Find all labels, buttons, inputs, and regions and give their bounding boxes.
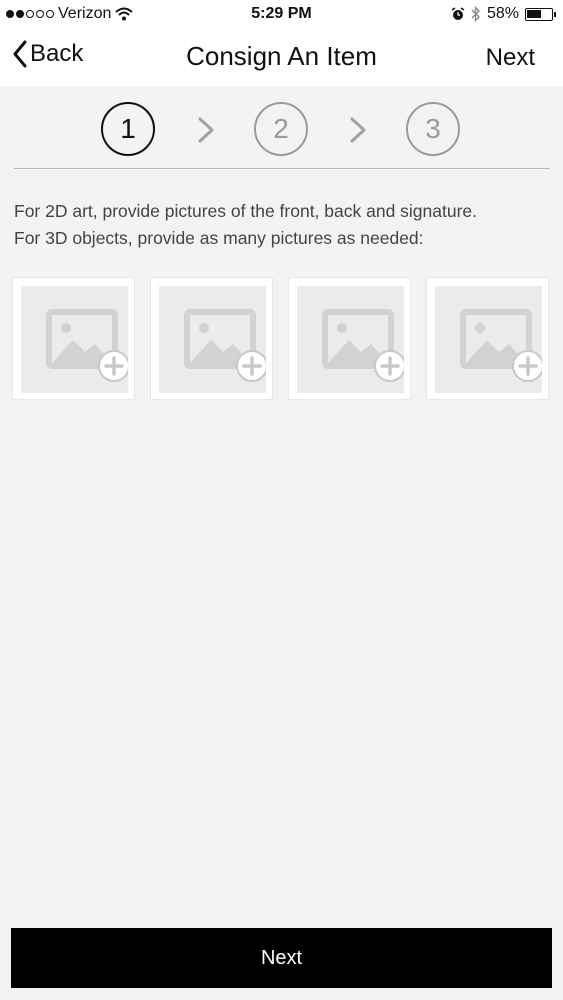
add-photo-icon bbox=[184, 309, 266, 382]
instructions-line-2: For 3D objects, provide as many pictures… bbox=[14, 228, 424, 248]
divider bbox=[14, 168, 550, 169]
battery-icon bbox=[525, 7, 556, 21]
next-button[interactable]: Next bbox=[11, 928, 552, 988]
photo-slot-4[interactable] bbox=[426, 277, 549, 400]
photo-placeholder bbox=[21, 286, 128, 393]
photo-slot-3[interactable] bbox=[288, 277, 411, 400]
step-1: 1 bbox=[101, 102, 155, 156]
chevron-right-icon bbox=[198, 117, 214, 143]
photo-placeholder bbox=[435, 286, 542, 393]
instructions-text: For 2D art, provide pictures of the fron… bbox=[14, 198, 554, 252]
photo-slot-1[interactable] bbox=[12, 277, 135, 400]
instructions-line-1: For 2D art, provide pictures of the fron… bbox=[14, 201, 478, 221]
photo-slot-2[interactable] bbox=[150, 277, 273, 400]
alarm-icon bbox=[451, 7, 465, 20]
step-2: 2 bbox=[254, 102, 308, 156]
photo-placeholder bbox=[159, 286, 266, 393]
bluetooth-icon bbox=[471, 6, 480, 22]
status-bar: Verizon 5:29 PM 58% bbox=[0, 0, 563, 30]
page-title: Consign An Item bbox=[186, 41, 377, 71]
step-indicator: 1 2 3 bbox=[0, 100, 563, 156]
battery-percent: 58% bbox=[486, 5, 519, 22]
chevron-right-icon bbox=[350, 117, 366, 143]
nav-next-button[interactable]: Next bbox=[486, 44, 535, 72]
photo-placeholder bbox=[297, 286, 404, 393]
add-photo-icon bbox=[460, 309, 542, 382]
nav-bar: Back Consign An Item Next bbox=[0, 30, 563, 86]
add-photo-icon bbox=[322, 309, 404, 382]
add-photo-icon bbox=[46, 309, 128, 382]
step-3: 3 bbox=[406, 102, 460, 156]
battery-level bbox=[527, 9, 541, 18]
status-right: 58% bbox=[451, 5, 556, 23]
